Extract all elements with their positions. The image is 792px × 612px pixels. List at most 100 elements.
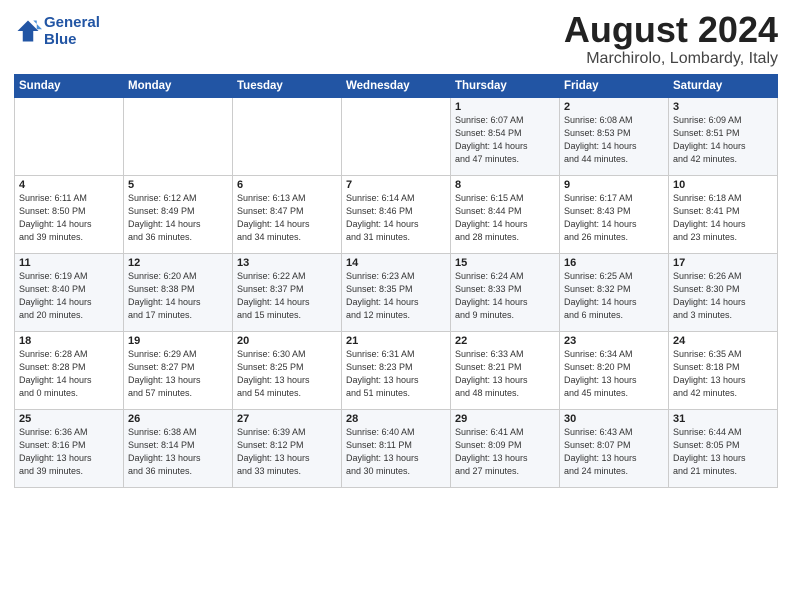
week-row-3: 11Sunrise: 6:19 AM Sunset: 8:40 PM Dayli…	[15, 253, 778, 331]
day-cell: 10Sunrise: 6:18 AM Sunset: 8:41 PM Dayli…	[669, 175, 778, 253]
day-info: Sunrise: 6:13 AM Sunset: 8:47 PM Dayligh…	[237, 192, 337, 244]
day-cell: 24Sunrise: 6:35 AM Sunset: 8:18 PM Dayli…	[669, 331, 778, 409]
day-number: 6	[237, 179, 337, 191]
day-cell	[124, 97, 233, 175]
day-info: Sunrise: 6:18 AM Sunset: 8:41 PM Dayligh…	[673, 192, 773, 244]
day-cell: 5Sunrise: 6:12 AM Sunset: 8:49 PM Daylig…	[124, 175, 233, 253]
location-title: Marchirolo, Lombardy, Italy	[564, 50, 778, 68]
calendar-container: General Blue August 2024 Marchirolo, Lom…	[0, 0, 792, 496]
day-cell: 22Sunrise: 6:33 AM Sunset: 8:21 PM Dayli…	[451, 331, 560, 409]
day-cell: 18Sunrise: 6:28 AM Sunset: 8:28 PM Dayli…	[15, 331, 124, 409]
day-number: 22	[455, 335, 555, 347]
col-header-wednesday: Wednesday	[342, 74, 451, 97]
day-cell: 20Sunrise: 6:30 AM Sunset: 8:25 PM Dayli…	[233, 331, 342, 409]
day-info: Sunrise: 6:19 AM Sunset: 8:40 PM Dayligh…	[19, 270, 119, 322]
day-cell: 8Sunrise: 6:15 AM Sunset: 8:44 PM Daylig…	[451, 175, 560, 253]
days-header-row: SundayMondayTuesdayWednesdayThursdayFrid…	[15, 74, 778, 97]
day-info: Sunrise: 6:12 AM Sunset: 8:49 PM Dayligh…	[128, 192, 228, 244]
day-info: Sunrise: 6:33 AM Sunset: 8:21 PM Dayligh…	[455, 348, 555, 400]
logo-text: General Blue	[44, 14, 100, 49]
day-cell: 1Sunrise: 6:07 AM Sunset: 8:54 PM Daylig…	[451, 97, 560, 175]
day-cell: 2Sunrise: 6:08 AM Sunset: 8:53 PM Daylig…	[560, 97, 669, 175]
week-row-2: 4Sunrise: 6:11 AM Sunset: 8:50 PM Daylig…	[15, 175, 778, 253]
day-info: Sunrise: 6:24 AM Sunset: 8:33 PM Dayligh…	[455, 270, 555, 322]
day-number: 24	[673, 335, 773, 347]
month-title: August 2024	[564, 10, 778, 50]
day-number: 19	[128, 335, 228, 347]
day-number: 21	[346, 335, 446, 347]
day-info: Sunrise: 6:11 AM Sunset: 8:50 PM Dayligh…	[19, 192, 119, 244]
logo-icon	[14, 17, 42, 45]
day-number: 18	[19, 335, 119, 347]
day-info: Sunrise: 6:30 AM Sunset: 8:25 PM Dayligh…	[237, 348, 337, 400]
day-cell: 9Sunrise: 6:17 AM Sunset: 8:43 PM Daylig…	[560, 175, 669, 253]
day-number: 30	[564, 413, 664, 425]
day-info: Sunrise: 6:20 AM Sunset: 8:38 PM Dayligh…	[128, 270, 228, 322]
week-row-1: 1Sunrise: 6:07 AM Sunset: 8:54 PM Daylig…	[15, 97, 778, 175]
day-cell: 23Sunrise: 6:34 AM Sunset: 8:20 PM Dayli…	[560, 331, 669, 409]
day-number: 29	[455, 413, 555, 425]
day-info: Sunrise: 6:23 AM Sunset: 8:35 PM Dayligh…	[346, 270, 446, 322]
day-number: 28	[346, 413, 446, 425]
day-cell: 26Sunrise: 6:38 AM Sunset: 8:14 PM Dayli…	[124, 409, 233, 487]
col-header-sunday: Sunday	[15, 74, 124, 97]
col-header-saturday: Saturday	[669, 74, 778, 97]
day-cell: 27Sunrise: 6:39 AM Sunset: 8:12 PM Dayli…	[233, 409, 342, 487]
day-number: 14	[346, 257, 446, 269]
day-cell: 12Sunrise: 6:20 AM Sunset: 8:38 PM Dayli…	[124, 253, 233, 331]
day-info: Sunrise: 6:31 AM Sunset: 8:23 PM Dayligh…	[346, 348, 446, 400]
day-cell: 11Sunrise: 6:19 AM Sunset: 8:40 PM Dayli…	[15, 253, 124, 331]
day-number: 16	[564, 257, 664, 269]
day-info: Sunrise: 6:34 AM Sunset: 8:20 PM Dayligh…	[564, 348, 664, 400]
day-cell: 30Sunrise: 6:43 AM Sunset: 8:07 PM Dayli…	[560, 409, 669, 487]
day-info: Sunrise: 6:14 AM Sunset: 8:46 PM Dayligh…	[346, 192, 446, 244]
day-number: 15	[455, 257, 555, 269]
day-info: Sunrise: 6:43 AM Sunset: 8:07 PM Dayligh…	[564, 426, 664, 478]
title-block: August 2024 Marchirolo, Lombardy, Italy	[564, 10, 778, 68]
calendar-table: SundayMondayTuesdayWednesdayThursdayFrid…	[14, 74, 778, 488]
day-info: Sunrise: 6:40 AM Sunset: 8:11 PM Dayligh…	[346, 426, 446, 478]
day-number: 11	[19, 257, 119, 269]
day-number: 20	[237, 335, 337, 347]
day-cell: 25Sunrise: 6:36 AM Sunset: 8:16 PM Dayli…	[15, 409, 124, 487]
day-info: Sunrise: 6:39 AM Sunset: 8:12 PM Dayligh…	[237, 426, 337, 478]
week-row-4: 18Sunrise: 6:28 AM Sunset: 8:28 PM Dayli…	[15, 331, 778, 409]
col-header-monday: Monday	[124, 74, 233, 97]
week-row-5: 25Sunrise: 6:36 AM Sunset: 8:16 PM Dayli…	[15, 409, 778, 487]
col-header-thursday: Thursday	[451, 74, 560, 97]
day-info: Sunrise: 6:44 AM Sunset: 8:05 PM Dayligh…	[673, 426, 773, 478]
day-info: Sunrise: 6:26 AM Sunset: 8:30 PM Dayligh…	[673, 270, 773, 322]
day-info: Sunrise: 6:07 AM Sunset: 8:54 PM Dayligh…	[455, 114, 555, 166]
day-info: Sunrise: 6:17 AM Sunset: 8:43 PM Dayligh…	[564, 192, 664, 244]
day-number: 25	[19, 413, 119, 425]
day-info: Sunrise: 6:15 AM Sunset: 8:44 PM Dayligh…	[455, 192, 555, 244]
day-number: 13	[237, 257, 337, 269]
day-cell: 15Sunrise: 6:24 AM Sunset: 8:33 PM Dayli…	[451, 253, 560, 331]
day-info: Sunrise: 6:25 AM Sunset: 8:32 PM Dayligh…	[564, 270, 664, 322]
day-info: Sunrise: 6:09 AM Sunset: 8:51 PM Dayligh…	[673, 114, 773, 166]
day-cell: 7Sunrise: 6:14 AM Sunset: 8:46 PM Daylig…	[342, 175, 451, 253]
day-cell: 4Sunrise: 6:11 AM Sunset: 8:50 PM Daylig…	[15, 175, 124, 253]
day-cell: 16Sunrise: 6:25 AM Sunset: 8:32 PM Dayli…	[560, 253, 669, 331]
day-number: 12	[128, 257, 228, 269]
day-cell: 6Sunrise: 6:13 AM Sunset: 8:47 PM Daylig…	[233, 175, 342, 253]
day-number: 31	[673, 413, 773, 425]
logo: General Blue	[14, 14, 100, 49]
day-cell: 14Sunrise: 6:23 AM Sunset: 8:35 PM Dayli…	[342, 253, 451, 331]
day-number: 7	[346, 179, 446, 191]
day-cell: 21Sunrise: 6:31 AM Sunset: 8:23 PM Dayli…	[342, 331, 451, 409]
day-cell	[15, 97, 124, 175]
day-info: Sunrise: 6:35 AM Sunset: 8:18 PM Dayligh…	[673, 348, 773, 400]
day-info: Sunrise: 6:41 AM Sunset: 8:09 PM Dayligh…	[455, 426, 555, 478]
day-number: 10	[673, 179, 773, 191]
day-number: 2	[564, 101, 664, 113]
day-number: 9	[564, 179, 664, 191]
day-info: Sunrise: 6:36 AM Sunset: 8:16 PM Dayligh…	[19, 426, 119, 478]
day-cell: 17Sunrise: 6:26 AM Sunset: 8:30 PM Dayli…	[669, 253, 778, 331]
day-number: 5	[128, 179, 228, 191]
day-number: 23	[564, 335, 664, 347]
day-cell	[342, 97, 451, 175]
day-cell: 19Sunrise: 6:29 AM Sunset: 8:27 PM Dayli…	[124, 331, 233, 409]
day-cell: 29Sunrise: 6:41 AM Sunset: 8:09 PM Dayli…	[451, 409, 560, 487]
col-header-friday: Friday	[560, 74, 669, 97]
